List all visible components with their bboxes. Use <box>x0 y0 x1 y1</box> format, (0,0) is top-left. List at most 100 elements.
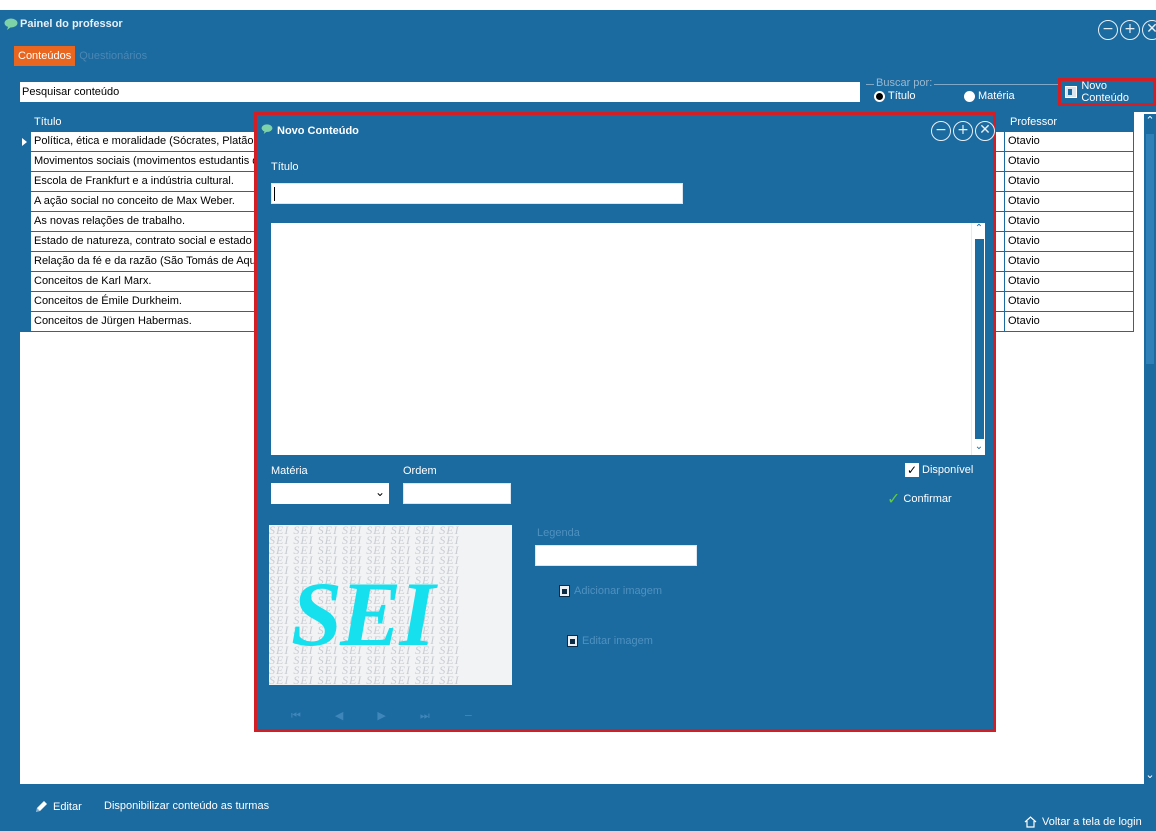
cell-professor[interactable]: Otavio <box>1005 252 1134 272</box>
close-icon[interactable]: ✕ <box>975 121 995 141</box>
delete-icon[interactable]: − <box>464 709 473 723</box>
disponivel-checkbox[interactable]: ✓ Disponível <box>905 463 973 477</box>
legenda-label: Legenda <box>537 527 580 539</box>
prior-icon[interactable]: ◀ <box>335 709 343 723</box>
ordem-input[interactable] <box>403 483 511 504</box>
window-controls: − + ✕ <box>1098 20 1156 40</box>
confirmar-button[interactable]: ✓ Confirmar <box>887 489 952 508</box>
footer-bar: Editar Disponibilizar conteúdo as turmas… <box>0 784 1156 831</box>
minimize-icon[interactable]: − <box>931 121 951 141</box>
adicionar-imagem-button[interactable]: Adicionar imagem <box>559 585 662 597</box>
row-indicator <box>20 312 30 332</box>
cell-professor[interactable]: Otavio <box>1005 272 1134 292</box>
voltar-login-label: Voltar a tela de login <box>1042 816 1142 828</box>
cell-professor[interactable]: Otavio <box>1005 132 1134 152</box>
scroll-thumb[interactable] <box>975 239 984 439</box>
grid-scrollbar[interactable]: ⌃ ⌄ <box>1144 114 1156 784</box>
next-icon[interactable]: ▶ <box>377 709 385 723</box>
content-image-preview: SEI SEI SEI SEI SEI SEI SEI SEI SEI SEI S… <box>269 525 512 685</box>
search-mode-label: Buscar por: <box>874 77 935 89</box>
row-indicator <box>20 272 30 292</box>
image-navigator: ⏮ ◀ ▶ ⏭ − <box>291 709 473 723</box>
minimize-icon[interactable]: − <box>1098 20 1118 40</box>
editar-button[interactable]: Editar <box>34 800 82 814</box>
cell-professor[interactable]: Otavio <box>1005 152 1134 172</box>
cell-professor[interactable]: Otavio <box>1005 292 1134 312</box>
radio-titulo-label: Título <box>888 90 916 102</box>
document-icon <box>1065 86 1078 98</box>
current-row-indicator-icon <box>20 132 30 152</box>
chevron-down-icon: ⌄ <box>374 485 385 499</box>
edit-image-icon <box>567 635 578 647</box>
editar-imagem-button[interactable]: Editar imagem <box>567 635 653 647</box>
novo-conteudo-dialog: Novo Conteúdo − + ✕ Título ⌃ ⌄ Matéria ⌄… <box>254 112 996 732</box>
close-icon[interactable]: ✕ <box>1142 20 1156 40</box>
content-textarea[interactable]: ⌃ ⌄ <box>271 223 985 455</box>
row-indicator <box>20 252 30 272</box>
tab-conteudos[interactable]: Conteúdos <box>14 46 76 66</box>
cell-professor[interactable]: Otavio <box>1005 212 1134 232</box>
row-indicator <box>20 192 30 212</box>
radio-materia[interactable]: Matéria <box>964 90 1015 102</box>
brain-icon <box>4 18 18 30</box>
editar-label: Editar <box>53 801 82 813</box>
search-mode-group: Buscar por: Título Matéria <box>866 77 1058 104</box>
brain-icon <box>261 124 273 134</box>
first-icon[interactable]: ⏮ <box>291 709 301 723</box>
column-header-titulo[interactable]: Título <box>34 116 62 128</box>
novo-conteudo-label: Novo Conteúdo <box>1081 80 1130 104</box>
row-indicator <box>20 232 30 252</box>
titulo-input[interactable] <box>271 183 683 204</box>
confirmar-label: Confirmar <box>903 492 952 505</box>
novo-conteudo-button[interactable]: Novo Conteúdo <box>1058 78 1156 106</box>
scroll-down-icon[interactable]: ⌄ <box>1144 768 1156 784</box>
text-cursor <box>274 187 275 201</box>
row-indicator <box>20 152 30 172</box>
disponibilizar-button[interactable]: Disponibilizar conteúdo as turmas <box>104 800 269 812</box>
adicionar-imagem-label: Adicionar imagem <box>574 585 663 597</box>
scroll-thumb[interactable] <box>1146 134 1154 364</box>
screen-top-strip <box>0 0 1156 10</box>
title-bar: Painel do professor − + ✕ <box>0 10 1156 42</box>
maximize-icon[interactable]: + <box>953 121 973 141</box>
voltar-login-button[interactable]: Voltar a tela de login <box>1024 816 1142 828</box>
scroll-down-icon[interactable]: ⌄ <box>972 441 986 455</box>
radio-unselected-icon <box>964 90 975 102</box>
titulo-label: Título <box>271 161 299 173</box>
row-indicator <box>20 212 30 232</box>
scroll-up-icon[interactable]: ⌃ <box>1144 114 1156 130</box>
cell-professor[interactable]: Otavio <box>1005 232 1134 252</box>
radio-titulo[interactable]: Título <box>874 90 916 102</box>
materia-label: Matéria <box>271 465 308 477</box>
radio-selected-icon <box>874 90 885 102</box>
add-image-icon <box>559 585 570 597</box>
disponibilizar-label: Disponibilizar conteúdo as turmas <box>104 800 270 812</box>
dialog-title: Novo Conteúdo <box>277 125 359 137</box>
radio-materia-label: Matéria <box>978 90 1015 102</box>
cell-professor[interactable]: Otavio <box>1005 172 1134 192</box>
ordem-label: Ordem <box>403 465 437 477</box>
materia-select[interactable]: ⌄ <box>271 483 389 504</box>
row-indicator <box>20 292 30 312</box>
cell-professor[interactable]: Otavio <box>1005 312 1134 332</box>
maximize-icon[interactable]: + <box>1120 20 1140 40</box>
legenda-input[interactable] <box>535 545 697 566</box>
textarea-scrollbar[interactable]: ⌃ ⌄ <box>971 223 985 455</box>
column-header-professor[interactable]: Professor <box>1010 116 1057 128</box>
disponivel-label: Disponível <box>922 464 974 476</box>
pencil-icon <box>36 801 47 812</box>
scroll-up-icon[interactable]: ⌃ <box>972 223 986 237</box>
sei-logo-text: SEI <box>291 563 435 665</box>
search-input[interactable]: Pesquisar conteúdo <box>20 82 860 102</box>
editar-imagem-label: Editar imagem <box>582 635 653 647</box>
checkmark-icon: ✓ <box>905 463 919 477</box>
window-title: Painel do professor <box>20 18 123 30</box>
dialog-window-controls: − + ✕ <box>931 121 995 141</box>
cell-professor[interactable]: Otavio <box>1005 192 1134 212</box>
row-indicator <box>20 172 30 192</box>
tab-bar: Conteúdos Questionários <box>14 46 151 66</box>
green-check-icon: ✓ <box>887 489 901 508</box>
last-icon[interactable]: ⏭ <box>420 709 430 723</box>
tab-questionarios[interactable]: Questionários <box>75 46 151 66</box>
home-icon <box>1024 816 1037 828</box>
